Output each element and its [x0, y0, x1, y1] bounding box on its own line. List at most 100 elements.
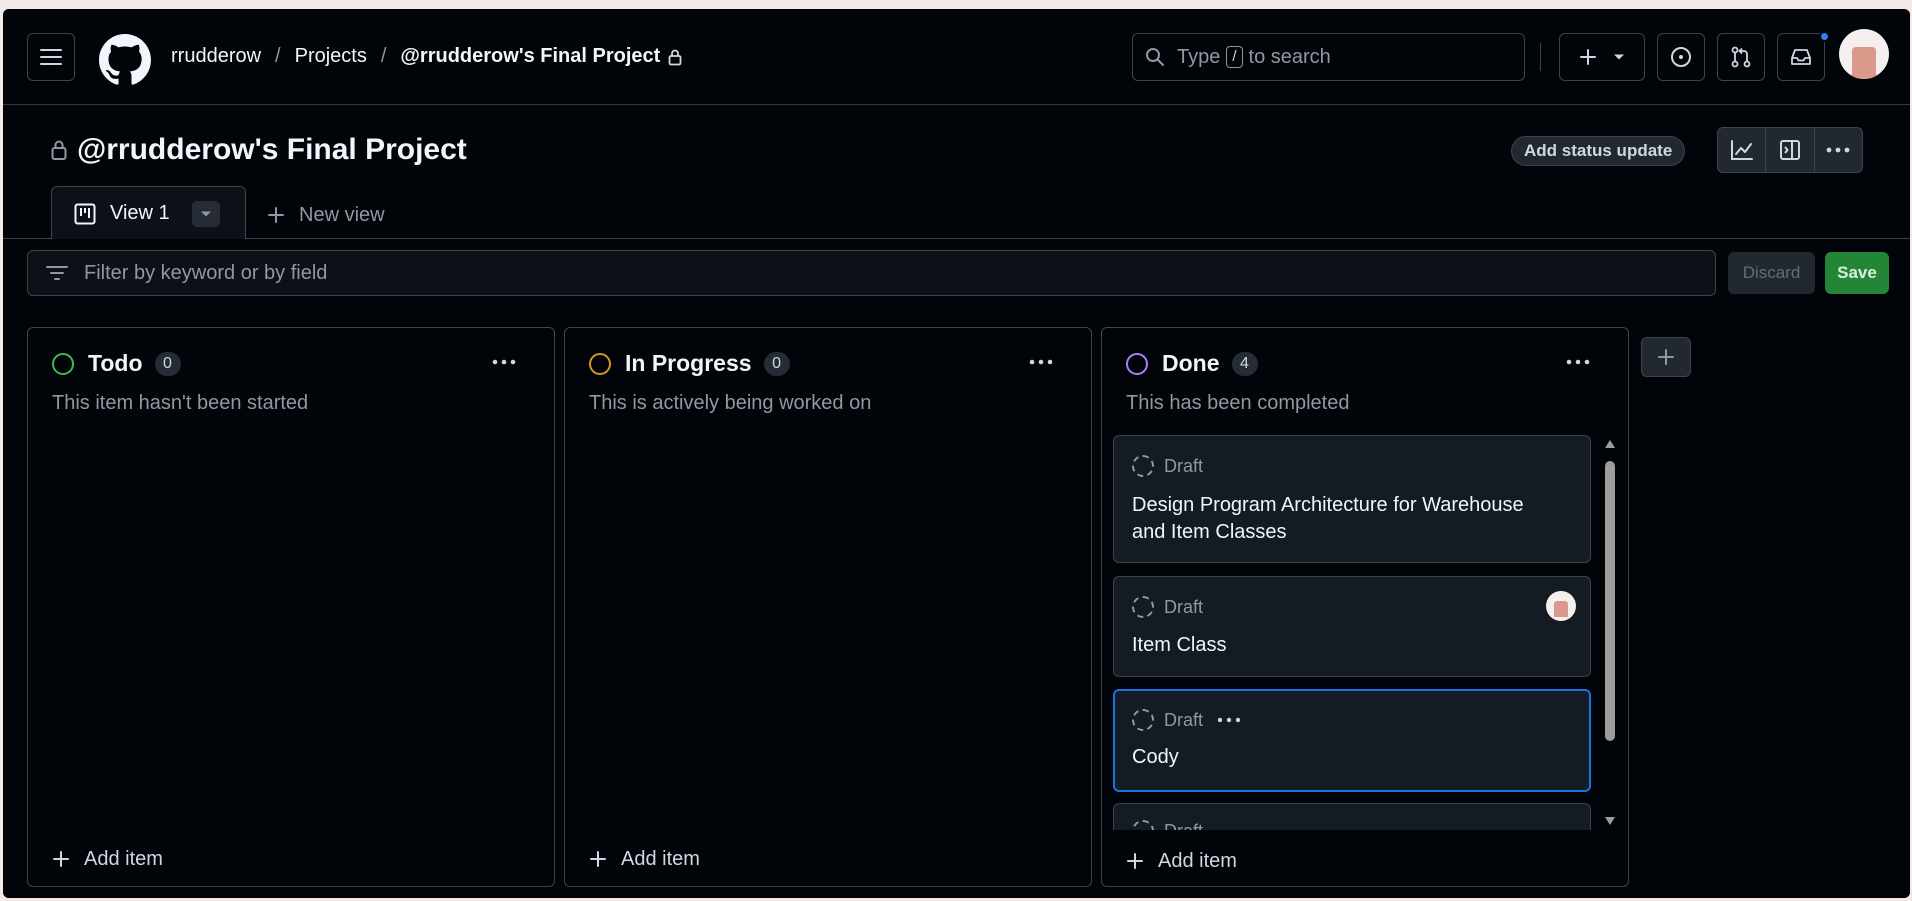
draft-icon [1132, 709, 1154, 731]
column-count: 4 [1231, 351, 1258, 376]
lock-icon [51, 140, 67, 160]
column-header: In Progress 0 [589, 350, 790, 377]
draft-icon [1132, 820, 1154, 830]
breadcrumb-project-link[interactable]: @rrudderow's Final Project [400, 45, 660, 68]
add-item-button[interactable]: Add item [589, 844, 700, 874]
project-actions-group [1717, 127, 1863, 173]
search-shortcut-key: / [1226, 46, 1243, 68]
kebab-horizontal-icon [1826, 147, 1850, 153]
item-card-selected[interactable]: Draft Cody [1113, 689, 1591, 792]
column-in-progress: In Progress 0 This is actively being wor… [564, 327, 1092, 887]
plus-icon [1127, 853, 1143, 869]
card-status-label: Draft [1164, 709, 1204, 730]
column-done: Done 4 This has been completed Draft Des… [1101, 327, 1629, 887]
plus-icon [268, 207, 284, 223]
user-avatar[interactable] [1839, 29, 1889, 79]
column-name: In Progress [625, 350, 752, 376]
view-options-dropdown[interactable] [191, 200, 220, 227]
filter-input[interactable]: Filter by keyword or by field [27, 250, 1716, 296]
pull-requests-button[interactable] [1717, 33, 1765, 81]
add-item-label: Add item [1158, 849, 1237, 872]
project-title: @rrudderow's Final Project [51, 133, 467, 167]
sidebar-icon [1779, 140, 1800, 160]
tab-view-1-label: View 1 [110, 202, 170, 224]
card-title[interactable]: Cody [1132, 744, 1562, 771]
kebab-horizontal-icon [492, 359, 516, 365]
global-header: rrudderow / Projects / @rrudderow's Fina… [3, 9, 1910, 105]
discard-button[interactable]: Discard [1728, 252, 1815, 294]
column-description: This is actively being worked on [589, 392, 872, 414]
breadcrumb-projects-link[interactable]: Projects [295, 45, 367, 68]
triangle-down-icon [200, 211, 211, 216]
column-name: Done [1162, 350, 1220, 376]
project-title-text: @rrudderow's Final Project [77, 133, 467, 166]
new-view-label: New view [299, 203, 385, 226]
more-options-button[interactable] [1815, 128, 1862, 172]
card-status-label: Draft [1164, 455, 1204, 476]
scroll-down-arrow-icon[interactable] [1604, 816, 1616, 826]
add-item-button[interactable]: Add item [52, 844, 163, 874]
lock-icon [668, 49, 682, 65]
filter-icon [46, 266, 68, 280]
board-icon [74, 203, 96, 224]
header-divider [1540, 43, 1541, 71]
scrollbar-thumb[interactable] [1605, 461, 1615, 741]
search-suffix: to search [1248, 45, 1331, 68]
search-input[interactable]: Type / to search [1132, 33, 1525, 81]
side-panel-button[interactable] [1766, 128, 1815, 172]
column-menu-button[interactable] [1023, 348, 1059, 376]
column-todo: Todo 0 This item hasn't been started Add… [27, 327, 555, 887]
status-circle-icon [589, 352, 611, 375]
column-name: Todo [88, 350, 143, 376]
column-menu-button[interactable] [486, 348, 522, 376]
insights-button[interactable] [1718, 128, 1767, 172]
item-card[interactable]: Draft Item Class [1113, 576, 1591, 677]
column-description: This has been completed [1126, 392, 1350, 414]
add-status-update-button[interactable]: Add status update [1511, 136, 1686, 166]
save-button[interactable]: Save [1825, 252, 1889, 294]
card-list-scrollbar[interactable] [1602, 435, 1618, 830]
menu-button[interactable] [27, 33, 75, 81]
plus-icon [1658, 349, 1674, 365]
issue-icon [1671, 47, 1691, 67]
column-count: 0 [154, 351, 181, 376]
item-card[interactable]: Draft Design Program Architecture for Wa… [1113, 435, 1591, 563]
app-window: rrudderow / Projects / @rrudderow's Fina… [3, 9, 1910, 898]
status-circle-icon [52, 352, 74, 375]
column-menu-button[interactable] [1560, 348, 1596, 376]
breadcrumb-separator: / [380, 45, 387, 67]
card-status: Draft [1132, 709, 1241, 731]
add-column-button[interactable] [1641, 337, 1691, 377]
card-title[interactable]: Design Program Architecture for Warehous… [1132, 492, 1562, 546]
breadcrumb-owner-link[interactable]: rrudderow [171, 45, 261, 68]
card-status-label: Draft [1164, 821, 1203, 831]
chevron-down-icon [1614, 54, 1624, 60]
create-new-button[interactable] [1559, 33, 1645, 81]
tab-view-1[interactable]: View 1 [51, 186, 246, 240]
draft-icon [1132, 455, 1154, 477]
status-circle-icon [1126, 352, 1148, 375]
search-icon [1146, 48, 1164, 66]
card-menu-icon[interactable] [1217, 717, 1241, 723]
board-area: Filter by keyword or by field Discard Sa… [3, 239, 1910, 898]
plus-icon [590, 851, 606, 867]
plus-icon [53, 851, 69, 867]
card-title[interactable]: Item Class [1132, 632, 1562, 659]
column-count: 0 [763, 351, 790, 376]
filter-placeholder: Filter by keyword or by field [84, 261, 328, 284]
project-header: @rrudderow's Final Project Add status up… [3, 105, 1910, 240]
pull-request-icon [1731, 46, 1751, 68]
scroll-up-arrow-icon[interactable] [1604, 439, 1616, 449]
plus-icon [1580, 49, 1596, 65]
add-item-button[interactable]: Add item [1126, 846, 1237, 876]
item-card[interactable]: Draft [1113, 803, 1591, 830]
assignee-avatar[interactable] [1546, 591, 1576, 621]
card-status: Draft [1132, 455, 1203, 477]
issues-button[interactable] [1657, 33, 1705, 81]
github-logo-icon[interactable] [99, 34, 151, 86]
add-item-label: Add item [621, 847, 700, 870]
inbox-button[interactable] [1777, 33, 1825, 81]
notification-dot [1819, 31, 1830, 42]
new-view-button[interactable]: New view [267, 198, 385, 232]
inbox-icon [1791, 49, 1811, 65]
